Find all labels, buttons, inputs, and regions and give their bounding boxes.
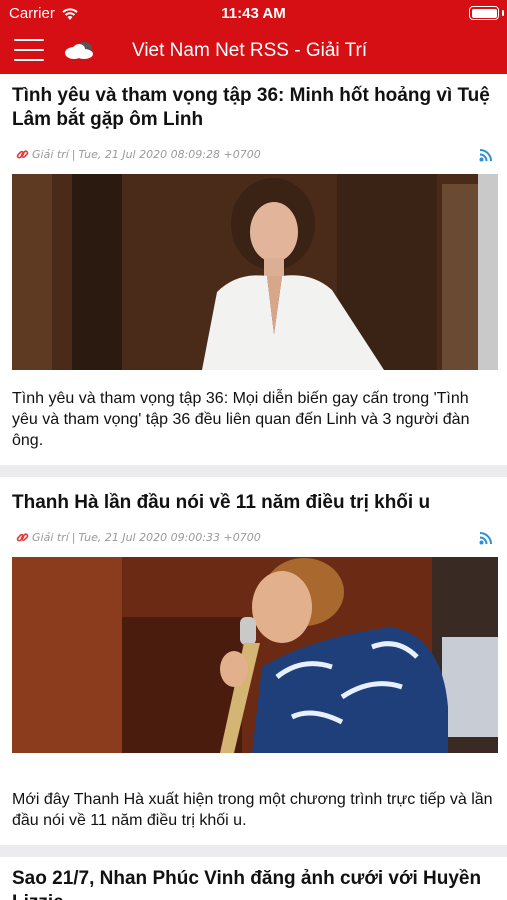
cloud-weather-icon[interactable] bbox=[62, 38, 96, 62]
article-card[interactable]: Thanh Hà lần đầu nói về 11 năm điều trị … bbox=[0, 477, 507, 845]
article-title[interactable]: Thanh Hà lần đầu nói về 11 năm điều trị … bbox=[12, 491, 495, 515]
article-thumbnail[interactable] bbox=[12, 557, 498, 753]
status-time: 11:43 AM bbox=[221, 5, 286, 22]
status-bar: Carrier 11:43 AM bbox=[0, 0, 507, 27]
meta-separator: | bbox=[71, 148, 76, 161]
article-card[interactable]: Tình yêu và tham vọng tập 36: Minh hốt h… bbox=[0, 74, 507, 465]
article-category: Giải trí bbox=[32, 531, 69, 544]
article-summary: Mới đây Thanh Hà xuất hiện trong một chư… bbox=[12, 791, 493, 829]
article-summary: Tình yêu và tham vọng tập 36: Mọi diễn b… bbox=[12, 390, 470, 449]
battery-tip bbox=[502, 10, 504, 16]
meta-text: Giải trí | Tue, 21 Jul 2020 08:09:28 +07… bbox=[16, 148, 261, 161]
article-date: Tue, 21 Jul 2020 09:00:33 +0700 bbox=[78, 531, 261, 544]
article-title[interactable]: Sao 21/7, Nhan Phúc Vinh đăng ảnh cưới v… bbox=[12, 867, 495, 900]
article-meta: Giải trí | Tue, 21 Jul 2020 09:00:33 +07… bbox=[12, 527, 495, 549]
article-title[interactable]: Tình yêu và tham vọng tập 36: Minh hốt h… bbox=[12, 84, 495, 132]
article-thumbnail[interactable] bbox=[12, 174, 498, 370]
article-feed[interactable]: Tình yêu và tham vọng tập 36: Minh hốt h… bbox=[0, 74, 507, 900]
article-date: Tue, 21 Jul 2020 08:09:28 +0700 bbox=[78, 148, 261, 161]
meta-text: Giải trí | Tue, 21 Jul 2020 09:00:33 +07… bbox=[16, 531, 261, 544]
meta-separator: | bbox=[71, 531, 76, 544]
rss-icon[interactable] bbox=[479, 531, 493, 545]
link-icon bbox=[16, 533, 29, 542]
battery-icon bbox=[469, 6, 499, 20]
article-card[interactable]: Sao 21/7, Nhan Phúc Vinh đăng ảnh cưới v… bbox=[0, 857, 507, 900]
page-title: Viet Nam Net RSS - Giải Trí bbox=[132, 40, 368, 61]
nav-bar: Viet Nam Net RSS - Giải Trí bbox=[0, 27, 507, 74]
rss-icon[interactable] bbox=[479, 148, 493, 162]
link-icon bbox=[16, 150, 29, 159]
article-meta: Giải trí | Tue, 21 Jul 2020 08:09:28 +07… bbox=[12, 144, 495, 166]
hamburger-menu-icon[interactable] bbox=[14, 39, 44, 61]
article-category: Giải trí bbox=[32, 148, 69, 161]
